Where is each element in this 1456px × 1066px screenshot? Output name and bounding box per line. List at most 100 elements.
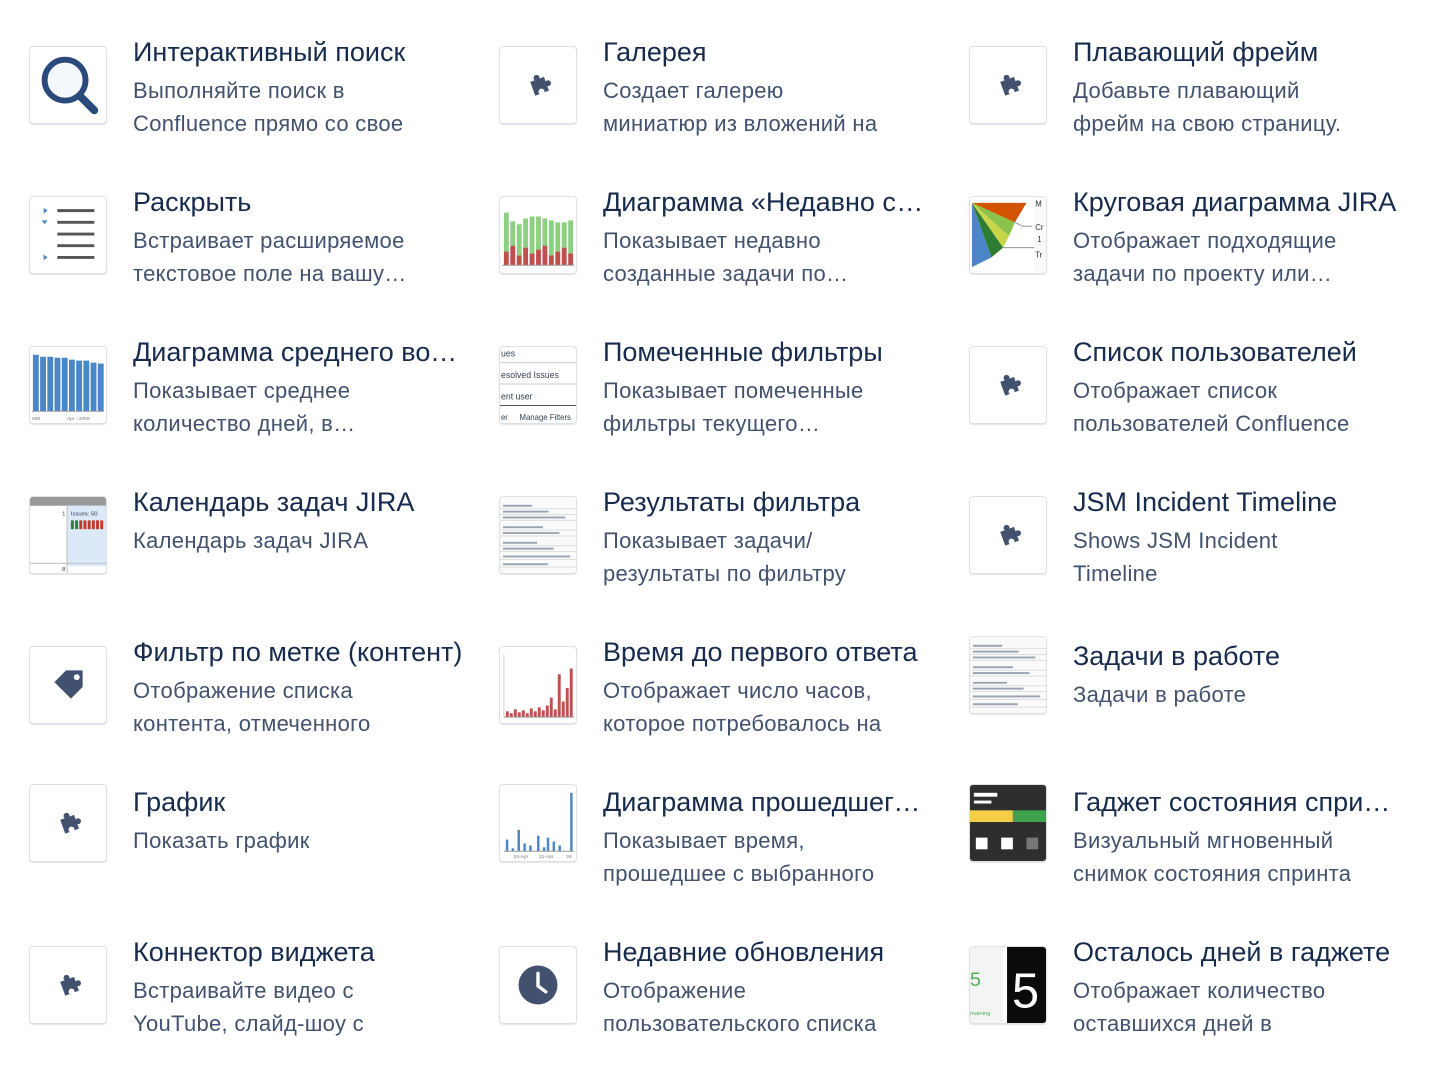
pie-chart-icon: M Cr 1 Tr — [969, 196, 1047, 274]
macro-title: Результаты фильтра — [603, 487, 861, 517]
macro-description: Отображение списка контента, отмеченного — [133, 678, 371, 736]
macro-item-gallery[interactable]: Галерея Создает галерею миниатюр из вложе… — [499, 36, 949, 166]
macro-title: Время до первого ответа — [603, 637, 918, 667]
macro-title: Диаграмма прошедшего времени — [603, 787, 933, 817]
macro-title: Плавающий фрейм — [1073, 37, 1319, 67]
macro-item-favourite-filters[interactable]: ues esolved Issues ent user er Manage Filter… — [499, 336, 949, 466]
macro-description: Встраивает расширяемое текстовое поле на… — [133, 228, 405, 286]
macro-title: График — [133, 787, 226, 817]
puzzle-icon — [29, 946, 107, 1024]
clock-icon — [499, 946, 577, 1024]
macro-item-filter-results[interactable]: Результаты фильтра Показывает задачи/ рез… — [499, 486, 949, 616]
macro-title: Интерактивный поиск — [133, 37, 406, 67]
thumb-label: 5 — [970, 969, 981, 991]
macro-description: Отображает количество оставшихся дней в — [1073, 978, 1326, 1036]
table-icon — [969, 636, 1047, 714]
macro-description: Задачи в работе — [1073, 682, 1247, 707]
stacked-bar-chart-icon — [499, 196, 577, 274]
macro-description: Создает галерею миниатюр из вложений на — [603, 78, 878, 136]
macro-item-time-to-first-response[interactable]: Время до первого ответа Отображает число … — [499, 636, 949, 766]
macro-title: Коннектор виджета — [133, 937, 375, 967]
macro-description: Показывает недавно созданные задачи по п… — [603, 228, 826, 286]
macro-title: Раскрыть — [133, 187, 252, 217]
macro-title: Календарь задач JIRA — [133, 487, 415, 517]
macro-item-pie-chart[interactable]: M Cr 1 Tr Круговая диаграмма JIRA Отображает … — [969, 186, 1419, 316]
macro-item-interactive-search[interactable]: Интерактивный поиск Выполняйте поиск в Co… — [29, 36, 479, 166]
macro-description: Отображение пользовательского списка — [603, 978, 877, 1036]
thumb-label: Tr — [1035, 250, 1042, 259]
tag-icon — [29, 646, 107, 724]
macro-item-recently-created-chart[interactable]: Диаграмма «Недавно созданные» Показывает … — [499, 186, 949, 316]
macro-description: Показать график — [133, 828, 310, 853]
macro-title: Недавние обновления — [603, 937, 885, 967]
thumb-label: esolved Issues — [501, 370, 560, 380]
macro-description: Календарь задач JIRA — [133, 528, 369, 553]
macro-description: Показывает помеченные фильтры текущего п… — [603, 378, 864, 436]
macro-item-sprint-health-gadget[interactable]: Гаджет состояния спринта Визуальный мгнов… — [969, 784, 1419, 916]
thumb-label: 1 — [1037, 235, 1041, 244]
macro-title: Галерея — [603, 37, 707, 67]
macro-title: Помеченные фильтры — [603, 337, 883, 367]
table-icon — [499, 496, 577, 574]
macro-item-content-by-label[interactable]: Фильтр по метке (контент) Отображение спи… — [29, 636, 479, 766]
thumb-label: ent user — [501, 392, 533, 402]
macro-description: Выполняйте поиск в Confluence прямо со с… — [133, 78, 404, 136]
thumb-label: 008 — [32, 416, 40, 422]
thumb-label: 1 — [62, 512, 65, 518]
bar-chart-icon: 008 Apr - 2009 — [29, 346, 107, 424]
macro-description: Показывает время, прошедшее с выбранного — [603, 828, 875, 886]
macro-item-jsm-incident-timeline[interactable]: JSM Incident Timeline Shows JSM Incident … — [969, 486, 1419, 616]
macro-item-time-since-chart[interactable]: 24-Apr 21-Apr 26 Диаграмма прошедшего време… — [499, 784, 949, 916]
thumb-label: er — [501, 413, 508, 422]
macro-item-user-list[interactable]: Список пользователей Отображает список по… — [969, 336, 1419, 466]
blue-bar-chart-icon: 24-Apr 21-Apr 26 — [499, 784, 577, 862]
macro-item-days-left[interactable]: 5 5 maining Осталось дней в гаджете Отобража… — [969, 936, 1419, 1066]
thumb-label: ues — [501, 349, 516, 359]
macro-browser-grid: Интерактивный поиск Выполняйте поиск в Co… — [0, 0, 1456, 1064]
calendar-icon: 1 Issues: 50 8 — [29, 496, 107, 574]
thumb-label: 24-Apr — [514, 854, 529, 860]
macro-item-floating-frame[interactable]: Плавающий фрейм Добавьте плавающий фрейм … — [969, 36, 1419, 166]
macro-title: Диаграмма «Недавно созданные» — [603, 187, 933, 217]
macro-item-jira-issues-calendar[interactable]: 1 Issues: 50 8 Календарь задач JIRA Календар… — [29, 486, 479, 616]
days-number: 5 — [1012, 964, 1039, 1018]
thumb-label: Issues: 50 — [71, 512, 98, 518]
days-counter-icon: 5 5 maining — [969, 946, 1047, 1024]
filters-list-icon: ues esolved Issues ent user er Manage Filter… — [499, 346, 577, 424]
macro-description: Shows JSM Incident Timeline — [1073, 528, 1278, 586]
macro-description: Добавьте плавающий фрейм на свою страниц… — [1073, 78, 1342, 136]
puzzle-icon — [969, 346, 1047, 424]
thumb-label: 26 — [566, 854, 572, 860]
macro-title: Диаграмма среднего возраста — [133, 337, 463, 367]
macro-item-average-age-chart[interactable]: 008 Apr - 2009 Диаграмма среднего возраста… — [29, 336, 479, 466]
thumb-label: Cr — [1035, 223, 1044, 232]
puzzle-icon — [499, 46, 577, 124]
macro-description: Встраивайте видео с YouTube, слайд-шоу с — [133, 978, 364, 1036]
macro-title: Осталось дней в гаджете — [1073, 937, 1391, 967]
sprint-health-icon — [969, 784, 1047, 862]
thumb-label: Manage Filters — [519, 413, 571, 422]
macro-title: Задачи в работе — [1073, 641, 1280, 671]
macro-title: Круговая диаграмма JIRA — [1073, 187, 1397, 217]
macro-description: Отображает список пользователей Confluen… — [1073, 378, 1350, 436]
macro-description: Показывает задачи/ результаты по фильтру — [603, 528, 847, 586]
macro-item-widget-connector[interactable]: Коннектор виджета Встраивайте видео с You… — [29, 936, 479, 1066]
thumb-label: 8 — [62, 567, 65, 573]
macro-item-chart[interactable]: График Показать график — [29, 784, 479, 916]
thumb-label: 21-Apr — [539, 854, 554, 860]
macro-title: Список пользователей — [1073, 337, 1357, 367]
macro-title: Фильтр по метке (контент) — [133, 637, 463, 667]
macro-description: Отображает подходящие задачи по проекту … — [1073, 228, 1337, 286]
macro-description: Визуальный мгновенный снимок состояния с… — [1073, 828, 1352, 886]
puzzle-icon — [29, 784, 107, 862]
macro-title: Гаджет состояния спринта — [1073, 787, 1403, 817]
thumb-label: maining — [970, 1011, 990, 1017]
macro-item-expand[interactable]: Раскрыть Встраивает расширяемое текстовое… — [29, 186, 479, 316]
thumb-label: Apr - 2009 — [67, 416, 90, 422]
macro-description: Отображает число часов, которое потребов… — [603, 678, 882, 736]
macro-item-issues-in-progress[interactable]: Задачи в работе Задачи в работе — [969, 636, 1419, 766]
thumb-label: M — [1035, 200, 1041, 209]
macro-item-recently-updated[interactable]: Недавние обновления Отображение пользоват… — [499, 936, 949, 1066]
magnifier-icon — [29, 46, 107, 124]
red-bar-chart-icon — [499, 646, 577, 724]
